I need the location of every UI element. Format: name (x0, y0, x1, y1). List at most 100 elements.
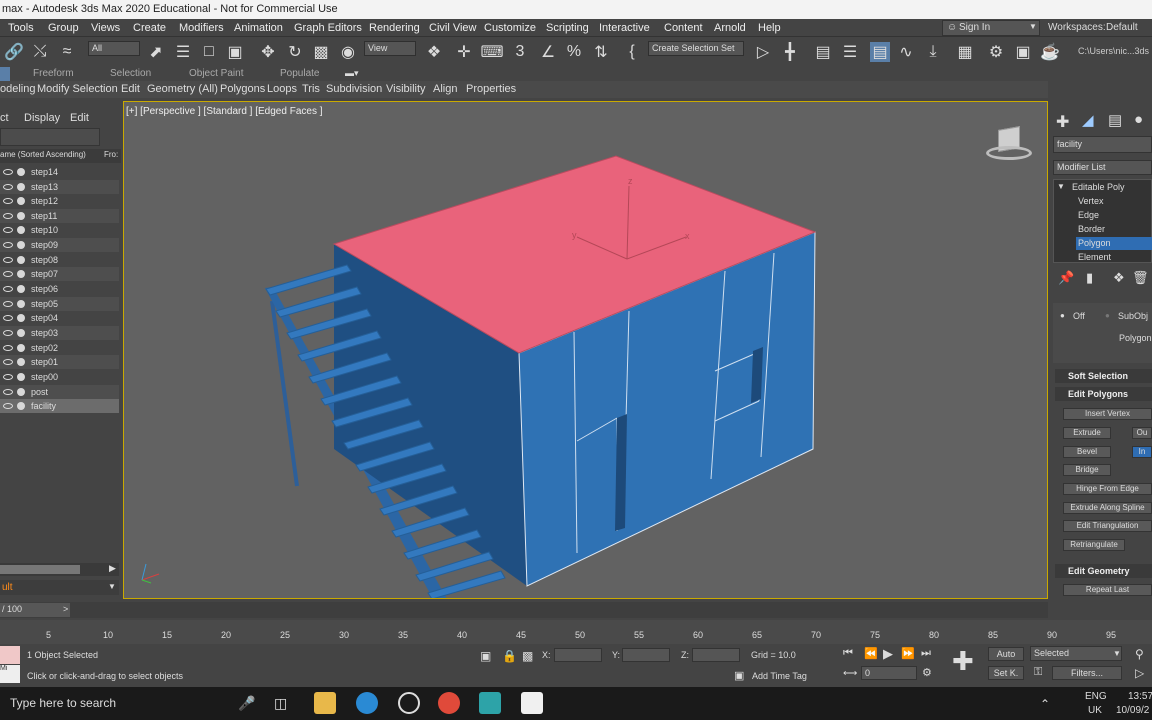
stack-item-polygon-selected[interactable]: Polygon (1076, 237, 1152, 250)
menu-arnold[interactable]: Arnold (714, 19, 746, 37)
y-coordinate-input[interactable] (622, 648, 670, 662)
selection-set-dropdown[interactable]: Create Selection Set (648, 41, 744, 56)
isolate-icon[interactable]: ▣ (480, 649, 491, 663)
extrude-along-spline-button[interactable]: Extrude Along Spline (1063, 502, 1152, 514)
ribbon-polygons[interactable]: Polygons (220, 81, 265, 98)
clock-date[interactable]: 10/09/2 (1116, 705, 1149, 716)
radio-subobj[interactable]: ● (1105, 311, 1110, 320)
explorer-scrollbar-thumb[interactable] (0, 565, 80, 574)
system-tray-icon[interactable]: ⌃ (1040, 697, 1050, 711)
ribbon-icon[interactable]: ▤ (870, 42, 890, 62)
window-crossing-icon[interactable]: ▣ (225, 42, 245, 62)
ribbon-loops[interactable]: Loops (267, 81, 297, 98)
ribbon-tab-selection[interactable]: Selection (110, 67, 151, 81)
explorer-scrollbar[interactable]: ▶ (0, 563, 119, 576)
current-frame-input[interactable]: 0 (861, 666, 917, 680)
viewcube-ring[interactable] (986, 146, 1032, 160)
manipulate-icon[interactable]: ✛ (454, 42, 474, 62)
edit-triangulation-button[interactable]: Edit Triangulation (1063, 520, 1152, 532)
stack-item-border[interactable]: Border (1078, 224, 1105, 234)
list-item[interactable]: step13 (0, 180, 119, 194)
go-to-end-icon[interactable]: ⏭ (921, 647, 931, 660)
unlink-icon[interactable]: ⤯ (30, 42, 50, 62)
list-item[interactable]: step00 (0, 370, 119, 384)
keyboard-shortcut-icon[interactable]: ⌨ (480, 42, 503, 62)
set-key-icon[interactable]: ✚ (952, 646, 974, 677)
stack-item-vertex[interactable]: Vertex (1078, 196, 1104, 206)
list-item[interactable]: facility (0, 399, 119, 413)
pin-stack-icon[interactable]: 📌 (1058, 270, 1074, 286)
stack-item-element[interactable]: Element (1078, 252, 1111, 262)
outline-button[interactable]: Ou (1132, 427, 1152, 439)
schematic-view-icon[interactable]: ⤓ (923, 42, 943, 62)
eye-icon[interactable] (3, 330, 13, 336)
task-view-icon[interactable]: ◫ (274, 695, 287, 712)
rollout-edit-polygons[interactable]: Edit Polygons (1055, 387, 1152, 401)
menu-animation[interactable]: Animation (234, 19, 283, 37)
motion-tab-icon[interactable]: ● (1134, 111, 1143, 128)
list-item[interactable]: step02 (0, 341, 119, 355)
menu-modifiers[interactable]: Modifiers (179, 19, 224, 37)
list-item[interactable]: step07 (0, 267, 119, 281)
scene-explorer-icon[interactable]: ▤ (813, 42, 833, 62)
zoom-icon[interactable]: ⚲ (1135, 647, 1144, 661)
menu-graph-editors[interactable]: Graph Editors (294, 19, 362, 37)
list-item[interactable]: step04 (0, 311, 119, 325)
eye-icon[interactable] (3, 345, 13, 351)
pivot-icon[interactable]: ❖ (424, 42, 444, 62)
list-item[interactable]: step03 (0, 326, 119, 340)
menu-interactive[interactable]: Interactive (599, 19, 650, 37)
photos-icon[interactable] (521, 692, 543, 714)
list-item[interactable]: step09 (0, 238, 119, 252)
workspaces-dropdown[interactable]: Default (1106, 22, 1138, 33)
eye-icon[interactable] (3, 315, 13, 321)
ribbon-modify-selection[interactable]: Modify Selection (37, 81, 118, 98)
render-frame-icon[interactable]: ▣ (1013, 42, 1033, 62)
menu-views[interactable]: Views (91, 19, 120, 37)
reference-coord-dropdown[interactable]: View (364, 41, 416, 56)
scroll-right-icon[interactable]: ▶ (109, 563, 116, 574)
go-to-start-icon[interactable]: ⏮ (843, 647, 853, 660)
add-time-tag[interactable]: Add Time Tag (752, 671, 807, 681)
eye-icon[interactable] (3, 169, 13, 175)
time-slider-thumb[interactable]: / 100 (0, 603, 70, 617)
ribbon-properties[interactable]: Properties (466, 81, 516, 98)
eye-icon[interactable] (3, 374, 13, 380)
edit-named-sets-icon[interactable]: { (622, 42, 642, 62)
auto-key-button[interactable]: Auto (988, 647, 1024, 661)
signin-dropdown[interactable]: ☺ Sign In ▼ (942, 20, 1040, 36)
collapse-icon[interactable]: ▼ (1057, 182, 1065, 191)
repeat-last-button[interactable]: Repeat Last (1063, 584, 1152, 596)
layer-explorer-icon[interactable]: ☰ (840, 42, 860, 62)
eye-icon[interactable] (3, 271, 13, 277)
explorer-column-header[interactable]: ame (Sorted Ascending) Fro: (0, 149, 121, 163)
list-item[interactable]: step11 (0, 209, 119, 223)
show-end-result-icon[interactable]: ▮ (1086, 270, 1093, 286)
orbit-icon[interactable]: ▷ (1135, 666, 1144, 680)
menu-customize[interactable]: Customize (484, 19, 536, 37)
ribbon-tris[interactable]: Tris (302, 81, 320, 98)
obs-icon[interactable] (398, 692, 420, 714)
explorer-tab-edit[interactable]: Edit (70, 112, 89, 124)
modifier-list-dropdown[interactable]: Modifier List (1053, 160, 1152, 175)
x-coordinate-input[interactable] (554, 648, 602, 662)
list-item[interactable]: post (0, 385, 119, 399)
ribbon-visibility[interactable]: Visibility (386, 81, 426, 98)
menu-civil-view[interactable]: Civil View (429, 19, 476, 37)
retriangulate-button[interactable]: Retriangulate (1063, 539, 1125, 551)
stack-item-edge[interactable]: Edge (1078, 210, 1099, 220)
scale-icon[interactable]: ▩ (311, 42, 331, 62)
menu-scripting[interactable]: Scripting (546, 19, 589, 37)
menu-group[interactable]: Group (48, 19, 79, 37)
list-item[interactable]: step08 (0, 253, 119, 267)
object-name-field[interactable]: facility (1053, 136, 1152, 153)
insert-vertex-button[interactable]: Insert Vertex (1063, 408, 1152, 420)
file-explorer-icon[interactable] (314, 692, 336, 714)
ribbon-geometry[interactable]: Geometry (All) (147, 81, 218, 98)
ribbon-tab-populate[interactable]: Populate (280, 67, 319, 81)
time-next-icon[interactable]: > (63, 604, 68, 614)
bridge-button[interactable]: Bridge (1063, 464, 1111, 476)
project-path[interactable]: C:\Users\nic...3ds Max (1078, 46, 1152, 56)
next-frame-icon[interactable]: ⏩ (901, 647, 915, 660)
list-item[interactable]: step14 (0, 165, 119, 179)
